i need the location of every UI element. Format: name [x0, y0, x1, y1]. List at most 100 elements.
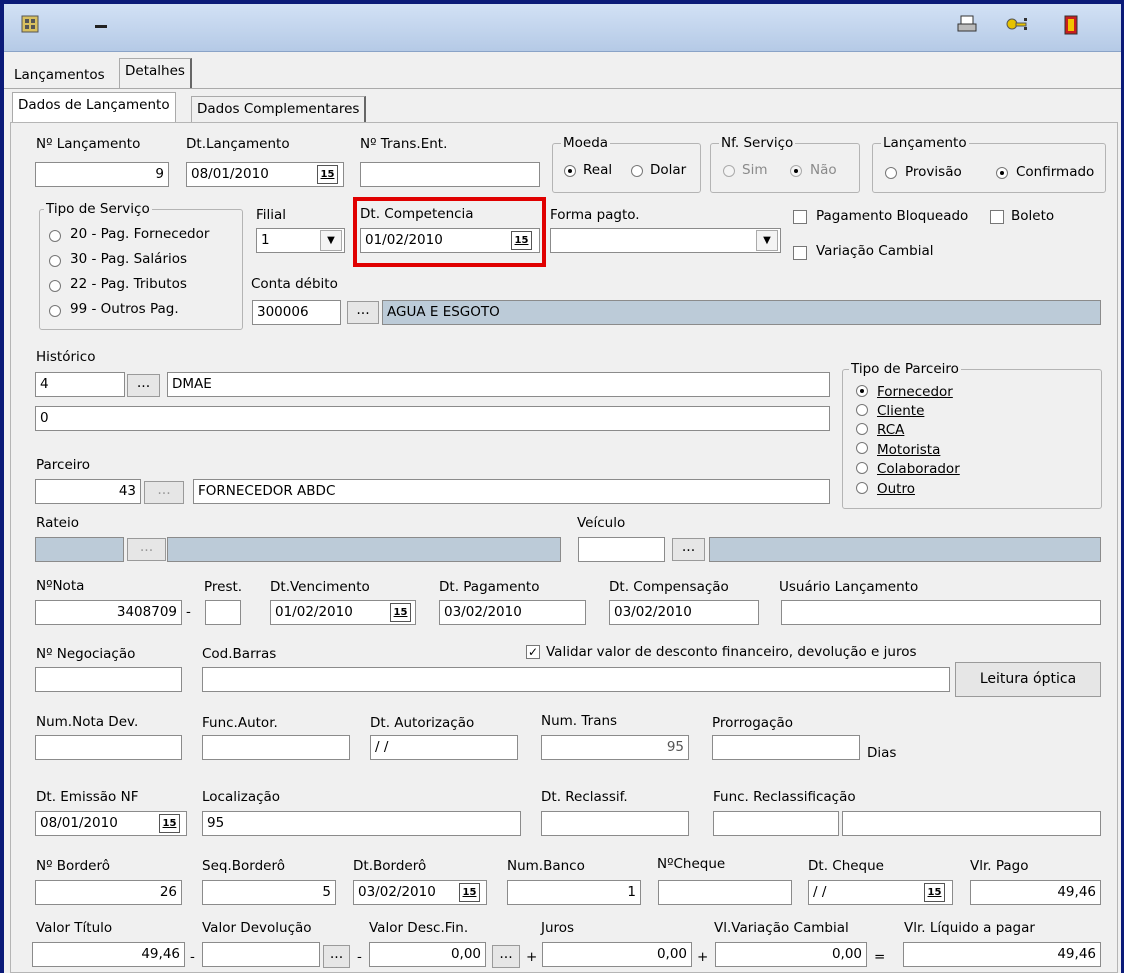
num-trans-label: Num. Trans [541, 713, 618, 729]
n-cheque-field[interactable] [658, 880, 792, 905]
valor-desc-fin-button[interactable]: ... [492, 945, 520, 968]
parceiro-desc-field[interactable]: FORNECEDOR ABDC [193, 479, 830, 504]
conta-debito-code-field[interactable]: 300006 [252, 300, 341, 325]
tab-dados-lancamento[interactable]: Dados de Lançamento [12, 92, 176, 122]
fornecedor-radio[interactable] [856, 385, 868, 397]
provisao-radio[interactable] [885, 167, 897, 179]
outro-radio[interactable] [856, 482, 868, 494]
num-trans-field: 95 [541, 735, 689, 760]
valor-devolucao-button[interactable]: ... [323, 945, 350, 968]
motorista-label: Motorista [877, 442, 941, 458]
cod-barras-field[interactable] [202, 667, 950, 692]
num-banco-field[interactable]: 1 [507, 880, 641, 905]
usuario-lancamento-field[interactable] [781, 600, 1101, 625]
veiculo-code-field[interactable] [578, 537, 665, 562]
calendar-icon[interactable]: 15 [159, 814, 180, 833]
vl-variacao-cambial-field[interactable]: 0,00 [715, 942, 867, 967]
calendar-icon[interactable]: 15 [317, 165, 338, 184]
calendar-icon[interactable]: 15 [390, 603, 411, 622]
n-negociacao-field[interactable] [35, 667, 182, 692]
calc-icon[interactable] [17, 14, 43, 40]
tab-lancamentos[interactable]: Lançamentos [8, 62, 111, 86]
conta-debito-search-button[interactable]: ... [347, 301, 379, 324]
rca-radio[interactable] [856, 423, 868, 435]
num-nota-dev-field[interactable] [35, 735, 182, 760]
print-icon[interactable] [954, 14, 980, 40]
dt-bordero-label: Dt.Borderô [353, 858, 427, 874]
tipo-servico-label: Tipo de Serviço [44, 201, 152, 217]
n-lancamento-field[interactable]: 9 [35, 162, 169, 187]
nf-sim-radio[interactable] [723, 165, 735, 177]
dt-compensacao-field[interactable]: 03/02/2010 [609, 600, 759, 625]
valor-desc-fin-field[interactable]: 0,00 [369, 942, 486, 967]
leitura-optica-button[interactable]: Leitura óptica [955, 662, 1101, 697]
dt-autorizacao-field[interactable]: / / [370, 735, 518, 760]
motorista-radio[interactable] [856, 442, 868, 454]
dt-cheque-label: Dt. Cheque [808, 858, 884, 874]
exit-icon[interactable] [1058, 14, 1084, 40]
vlr-liquido-field[interactable]: 49,46 [903, 942, 1101, 967]
n-nota-field[interactable]: 3408709 [35, 600, 182, 625]
variacao-cambial-checkbox[interactable] [793, 246, 807, 260]
juros-field[interactable]: 0,00 [542, 942, 692, 967]
validar-checkbox[interactable]: ✓ [526, 645, 540, 659]
cliente-radio[interactable] [856, 404, 868, 416]
dt-reclassif-field[interactable] [541, 811, 689, 836]
pagamento-bloqueado-checkbox[interactable] [793, 210, 807, 224]
tab-dados-complementares[interactable]: Dados Complementares [191, 96, 367, 122]
main-window: Lançamentos Detalhes Dados de Lançamento… [4, 4, 1121, 973]
func-reclassificacao-label: Func. Reclassificação [713, 789, 856, 805]
calendar-icon[interactable]: 15 [459, 883, 480, 902]
dt-pagamento-field[interactable]: 03/02/2010 [439, 600, 586, 625]
historico-desc-field[interactable]: DMAE [167, 372, 830, 397]
moeda-dolar-radio[interactable] [631, 165, 643, 177]
minimize-icon[interactable] [88, 14, 114, 40]
juros-label: Juros [541, 920, 575, 936]
forma-pagto-dropdown-icon[interactable]: ▼ [756, 230, 778, 251]
seq-bordero-field[interactable]: 5 [202, 880, 336, 905]
parceiro-search-button[interactable]: ... [144, 481, 184, 504]
vlr-pago-field[interactable]: 49,46 [970, 880, 1101, 905]
tab-divider [4, 88, 1121, 89]
func-reclassificacao-code-field[interactable] [713, 811, 839, 836]
prorrogacao-field[interactable] [712, 735, 860, 760]
historico-code-field[interactable]: 4 [35, 372, 125, 397]
valor-devolucao-field[interactable] [202, 942, 320, 967]
func-autor-field[interactable] [202, 735, 350, 760]
prorrogacao-label: Prorrogação [712, 715, 794, 731]
veiculo-label: Veículo [577, 515, 626, 531]
n-bordero-field[interactable]: 26 [35, 880, 182, 905]
calendar-icon[interactable]: 15 [924, 883, 945, 902]
nf-nao-radio[interactable] [790, 165, 802, 177]
colaborador-radio[interactable] [856, 462, 868, 474]
localizacao-field[interactable]: 95 [202, 811, 521, 836]
tipo-servico-30-radio[interactable] [49, 255, 61, 267]
historico-line2-field[interactable]: 0 [35, 406, 830, 431]
variacao-cambial-label: Variação Cambial [816, 243, 934, 259]
tab-detalhes[interactable]: Detalhes [119, 58, 192, 88]
prest-field[interactable] [205, 600, 241, 625]
boleto-checkbox[interactable] [990, 210, 1004, 224]
tipo-servico-99-radio[interactable] [49, 305, 61, 317]
cod-barras-label: Cod.Barras [202, 646, 277, 662]
veiculo-search-button[interactable]: ... [672, 538, 705, 561]
parceiro-code-field[interactable]: 43 [35, 479, 141, 504]
moeda-real-radio[interactable] [564, 165, 576, 177]
highlight-box [353, 197, 546, 267]
tipo-servico-30-label: 30 - Pag. Salários [70, 251, 188, 267]
key-icon[interactable] [1004, 14, 1030, 40]
rateio-search-button[interactable]: ... [127, 538, 166, 561]
valor-titulo-field[interactable]: 49,46 [32, 942, 185, 967]
valor-desc-fin-label: Valor Desc.Fin. [369, 920, 469, 936]
historico-search-button[interactable]: ... [127, 374, 160, 397]
outro-label: Outro [877, 481, 915, 497]
forma-pagto-select[interactable] [550, 228, 781, 253]
n-trans-ent-field[interactable] [360, 162, 540, 187]
filial-dropdown-icon[interactable]: ▼ [320, 230, 342, 251]
toolbar [4, 4, 1121, 52]
confirmado-radio[interactable] [996, 167, 1008, 179]
tipo-servico-22-radio[interactable] [49, 280, 61, 292]
func-reclassificacao-desc-field[interactable] [842, 811, 1101, 836]
tipo-servico-20-radio[interactable] [49, 230, 61, 242]
vlr-pago-label: Vlr. Pago [970, 858, 1029, 874]
